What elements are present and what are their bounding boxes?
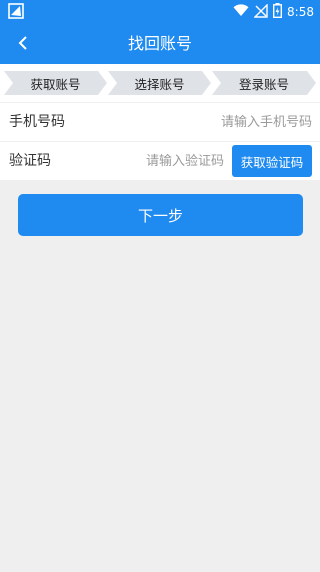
- status-bar: 8:58: [0, 0, 320, 24]
- step-label: 获取账号: [30, 76, 81, 92]
- battery-icon: [273, 3, 283, 21]
- status-time: 8:58: [287, 5, 314, 19]
- wifi-icon: [233, 4, 249, 20]
- phone-input[interactable]: [120, 113, 312, 131]
- step-login-account: 登录账号: [212, 71, 316, 95]
- step-label: 选择账号: [134, 76, 185, 92]
- phone-row: 手机号码: [0, 103, 320, 141]
- nav-bar: 找回账号: [0, 24, 320, 64]
- next-step-button[interactable]: 下一步: [18, 194, 303, 236]
- phone-label: 手机号码: [9, 114, 65, 130]
- step-label: 登录账号: [238, 76, 289, 92]
- page-title: 找回账号: [127, 34, 192, 53]
- status-indicators: 8:58: [233, 2, 314, 21]
- app-header: 8:58 找回账号: [0, 0, 320, 64]
- code-input[interactable]: [70, 152, 224, 170]
- app-notification-icon: [8, 3, 24, 19]
- code-row: 验证码 获取验证码: [0, 142, 320, 180]
- step-select-account: 选择账号: [108, 71, 211, 95]
- step-indicator: 获取账号 选择账号 登录账号: [0, 64, 320, 102]
- code-label: 验证码: [9, 153, 51, 169]
- get-code-button[interactable]: 获取验证码: [232, 145, 312, 177]
- step-get-account: 获取账号: [4, 71, 107, 95]
- signal-off-icon: [253, 2, 268, 21]
